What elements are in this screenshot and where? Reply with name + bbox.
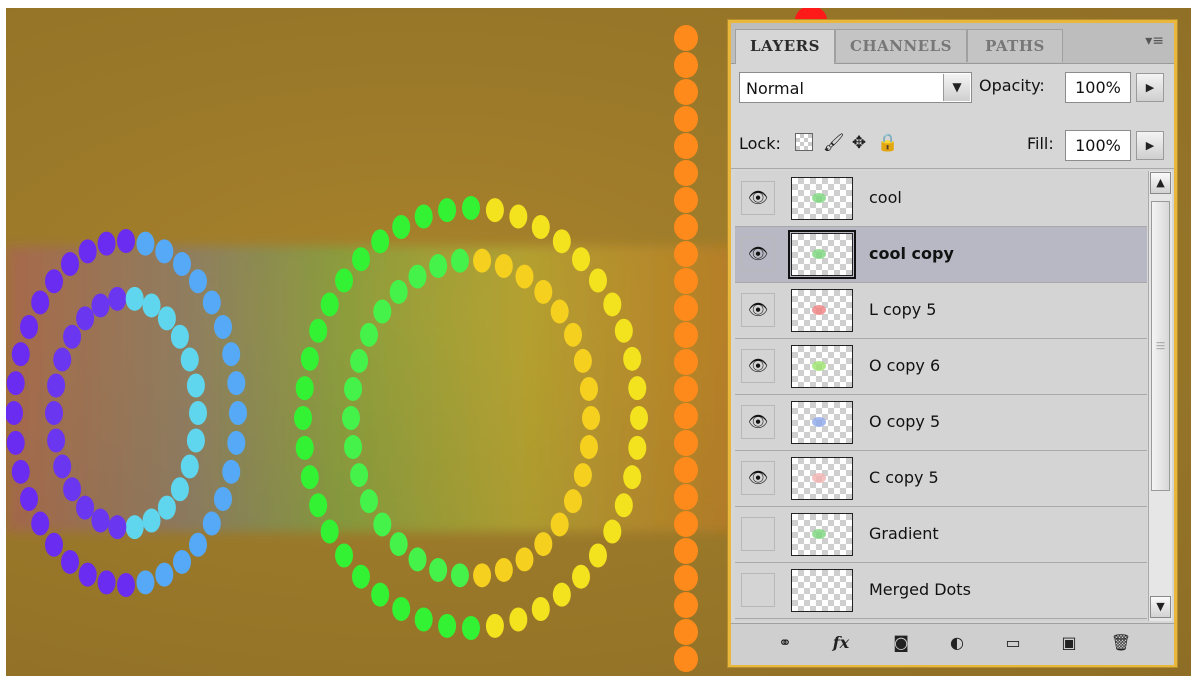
lock-pixels-brush-icon[interactable]: 🖌 — [823, 133, 845, 153]
layer-row[interactable]: 👁 cool copy — [735, 227, 1147, 283]
layer-row[interactable]: 👁 O copy 5 — [735, 395, 1147, 451]
tab-layers[interactable]: LAYERS — [735, 29, 835, 64]
layer-name[interactable]: Gradient — [869, 524, 939, 543]
visibility-toggle-empty[interactable] — [741, 573, 775, 607]
scroll-up-icon[interactable]: ▲ — [1150, 172, 1171, 194]
tab-channels[interactable]: CHANNELS — [835, 29, 967, 62]
layer-name[interactable]: Merged Dots — [869, 580, 971, 599]
lock-transparency-icon[interactable] — [795, 133, 813, 151]
thumbnail-preview — [812, 473, 826, 483]
eye-visibility-icon[interactable]: 👁 — [741, 293, 775, 327]
delete-layer-icon[interactable]: 🗑 — [1109, 632, 1133, 654]
layers-list: 👁 cool 👁 cool copy 👁 L copy 5 👁 O copy 6 👁 O copy… — [735, 171, 1147, 621]
chevron-down-icon[interactable]: ▼ — [943, 74, 970, 101]
layer-name[interactable]: O copy 5 — [869, 412, 940, 431]
add-mask-icon[interactable]: ◙ — [889, 632, 913, 654]
thumbnail-preview — [812, 193, 826, 203]
lock-all-padlock-icon[interactable]: 🔒 — [877, 133, 898, 153]
eye-visibility-icon[interactable]: 👁 — [741, 349, 775, 383]
new-group-icon[interactable]: ▭ — [1001, 632, 1025, 654]
thumbnail-preview — [812, 361, 826, 371]
layers-panel: LAYERS CHANNELS PATHS ▾≡ Normal ▼ Opacit… — [728, 20, 1177, 667]
layer-name[interactable]: cool — [869, 188, 902, 207]
layer-thumbnail — [788, 230, 856, 279]
lock-position-move-icon[interactable]: ✥ — [849, 133, 869, 153]
blend-mode-value: Normal — [746, 79, 804, 98]
eye-visibility-icon[interactable]: 👁 — [741, 405, 775, 439]
fill-label: Fill: — [1027, 134, 1054, 153]
layer-row[interactable]: Gradient — [735, 507, 1147, 563]
eye-visibility-icon[interactable]: 👁 — [741, 237, 775, 271]
layer-name[interactable]: cool copy — [869, 244, 954, 263]
thumbnail-preview — [812, 417, 826, 427]
link-layers-icon[interactable]: ⚭ — [773, 632, 797, 654]
layer-thumbnail — [791, 177, 853, 220]
layer-name[interactable]: L copy 5 — [869, 300, 936, 319]
eye-visibility-icon[interactable]: 👁 — [741, 181, 775, 215]
layer-thumbnail — [791, 345, 853, 388]
fill-input[interactable]: 100% — [1065, 130, 1131, 161]
thumbnail-preview — [812, 529, 826, 539]
scroll-down-icon[interactable]: ▼ — [1150, 596, 1171, 618]
layer-thumbnail — [791, 569, 853, 612]
layer-name[interactable]: C copy 5 — [869, 468, 939, 487]
eye-visibility-icon[interactable]: 👁 — [741, 461, 775, 495]
layer-row[interactable]: 👁 C copy 5 — [735, 451, 1147, 507]
blend-mode-select[interactable]: Normal ▼ — [739, 72, 972, 103]
layer-thumbnail — [791, 289, 853, 332]
new-layer-icon[interactable]: ▣ — [1057, 632, 1081, 654]
layer-row[interactable]: Merged Dots — [735, 563, 1147, 619]
thumbnail-preview — [812, 249, 826, 259]
thumbnail-preview — [812, 305, 826, 315]
layer-thumbnail — [791, 401, 853, 444]
layer-thumbnail — [791, 457, 853, 500]
tab-paths[interactable]: PATHS — [967, 29, 1063, 62]
fill-slider-arrow-icon[interactable]: ▶ — [1136, 131, 1164, 160]
panel-menu-icon[interactable]: ▾≡ — [1145, 33, 1164, 49]
layer-style-fx-icon[interactable]: fx — [829, 632, 853, 654]
grip-icon: — — — — [1156, 338, 1165, 354]
visibility-toggle-empty[interactable] — [741, 517, 775, 551]
opacity-input[interactable]: 100% — [1065, 72, 1131, 103]
panel-tabs: LAYERS CHANNELS PATHS ▾≡ — [731, 23, 1174, 64]
scroll-thumb[interactable]: — — — — [1151, 201, 1170, 491]
opacity-label: Opacity: — [979, 76, 1045, 95]
layer-name[interactable]: O copy 6 — [869, 356, 940, 375]
layer-row[interactable]: 👁 O copy 6 — [735, 339, 1147, 395]
layer-thumbnail — [791, 513, 853, 556]
layers-scrollbar[interactable]: ▲ — — — ▼ — [1148, 171, 1172, 621]
layer-row[interactable]: 👁 L copy 5 — [735, 283, 1147, 339]
adjustment-layer-icon[interactable]: ◐ — [945, 632, 969, 654]
opacity-slider-arrow-icon[interactable]: ▶ — [1136, 73, 1164, 102]
layer-row[interactable]: 👁 cool — [735, 171, 1147, 227]
lock-label: Lock: — [739, 134, 781, 153]
panel-footer: ⚭ fx ◙ ◐ ▭ ▣ 🗑 — [731, 623, 1174, 665]
